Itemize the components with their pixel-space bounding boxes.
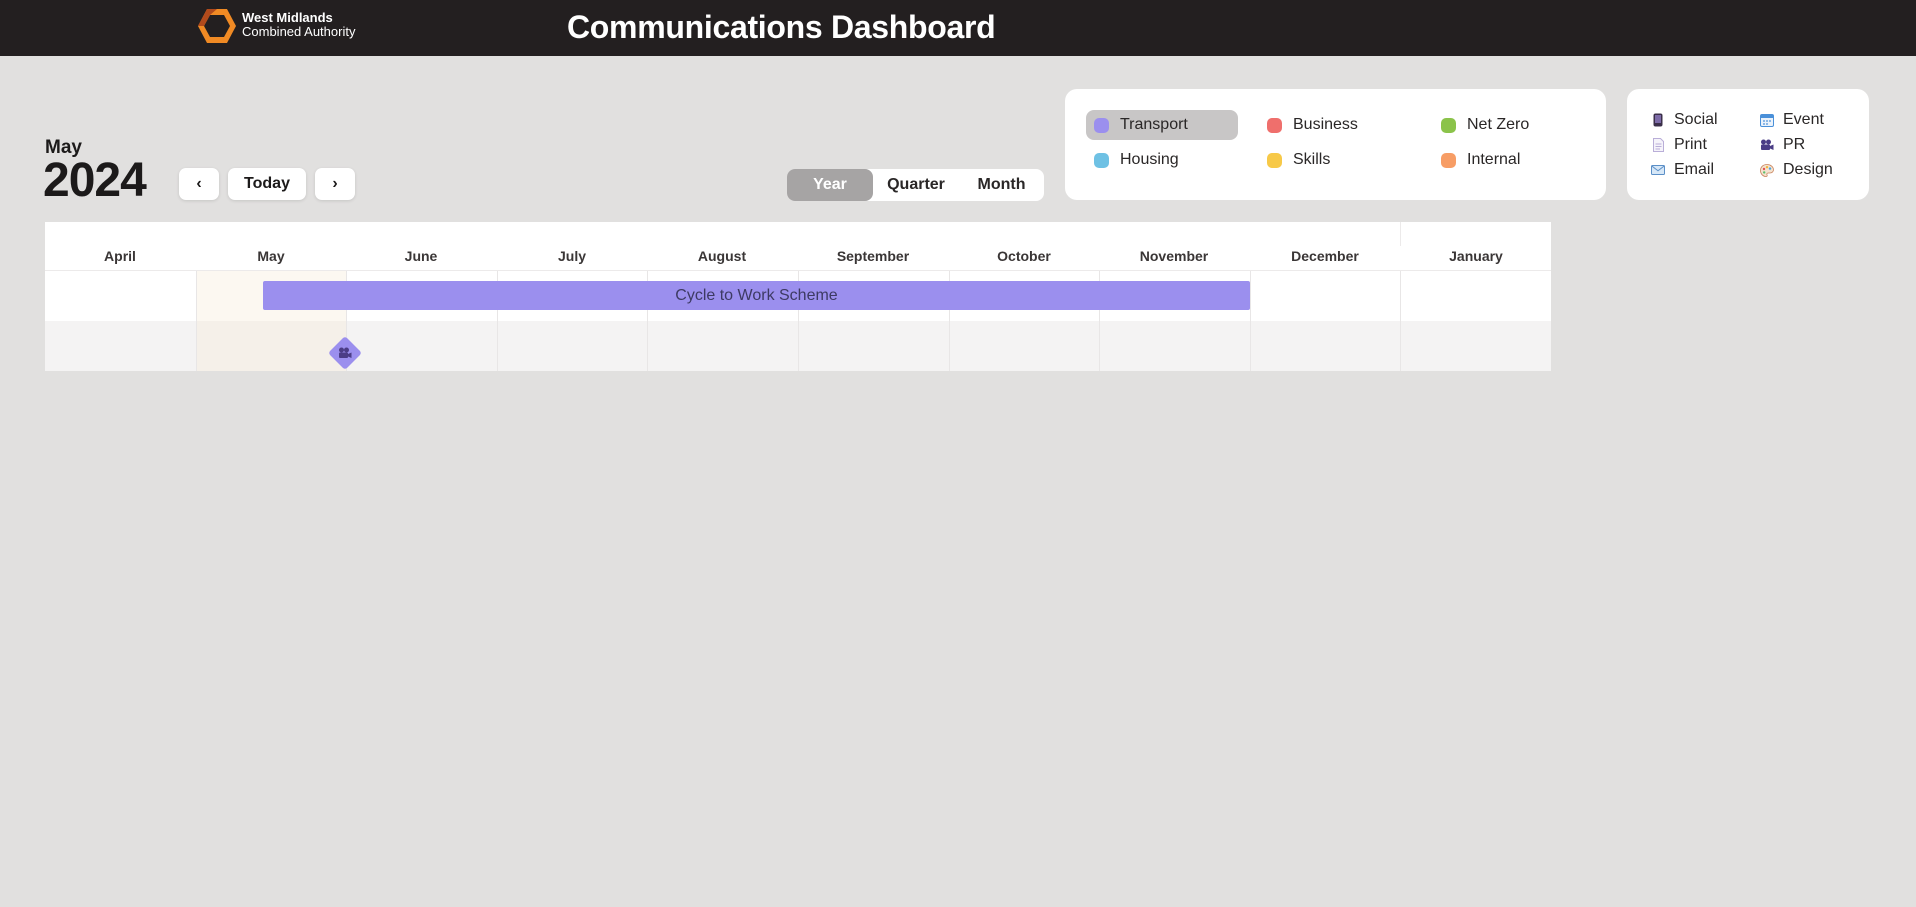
top-bar: West Midlands Combined Authority Communi… — [0, 0, 1916, 56]
pr-milestone[interactable] — [328, 336, 362, 370]
document-icon — [1651, 138, 1665, 152]
page-title: Communications Dashboard — [567, 9, 996, 45]
month-header-november: November — [1139, 248, 1209, 264]
legend-item-internal[interactable]: Internal — [1433, 145, 1585, 175]
month-header-august: August — [697, 248, 747, 264]
camera-icon — [1760, 138, 1774, 152]
internal-color-dot — [1441, 152, 1456, 168]
category-legend: Transport Business Net Zero Housing Skil… — [1065, 89, 1606, 200]
type-item-design[interactable]: Design — [1760, 160, 1833, 180]
palette-icon — [1760, 163, 1774, 177]
view-quarter-tab[interactable]: Quarter — [873, 169, 959, 201]
type-legend: Social Event Print PR Email Design — [1627, 89, 1869, 200]
type-label: Email — [1674, 161, 1715, 178]
org-name: West Midlands Combined Authority — [242, 11, 355, 39]
legend-label: Internal — [1467, 151, 1521, 168]
grid-line — [1250, 271, 1251, 371]
month-header-june: June — [404, 248, 438, 264]
legend-label: Net Zero — [1467, 116, 1530, 133]
month-header-september: September — [836, 248, 910, 264]
month-header-april: April — [104, 248, 136, 264]
timeline-header: April May June July August September Oct… — [45, 222, 1551, 271]
legend-label: Transport — [1120, 116, 1188, 133]
header-divider — [1400, 222, 1401, 246]
type-label: Social — [1674, 111, 1718, 128]
type-item-pr[interactable]: PR — [1760, 135, 1805, 155]
timeline-grid: April May June July August September Oct… — [45, 222, 1551, 371]
today-button[interactable]: Today — [228, 168, 306, 200]
transport-color-dot — [1094, 117, 1109, 133]
envelope-icon — [1651, 163, 1665, 177]
month-header-january: January — [1449, 248, 1503, 264]
legend-label: Business — [1293, 116, 1358, 133]
legend-label: Housing — [1120, 151, 1179, 168]
type-label: Print — [1674, 136, 1707, 153]
type-label: PR — [1783, 136, 1806, 153]
org-name-line2: Combined Authority — [242, 24, 356, 39]
type-item-print[interactable]: Print — [1651, 135, 1707, 155]
type-item-event[interactable]: Event — [1760, 110, 1824, 130]
phone-icon — [1651, 113, 1665, 127]
legend-item-skills[interactable]: Skills — [1259, 145, 1411, 175]
org-name-line1: West Midlands — [242, 10, 333, 25]
type-item-email[interactable]: Email — [1651, 160, 1714, 180]
event-bar-cycle-to-work[interactable]: Cycle to Work Scheme — [263, 281, 1250, 310]
view-year-tab[interactable]: Year — [787, 169, 873, 201]
legend-label: Skills — [1293, 151, 1331, 168]
legend-item-housing[interactable]: Housing — [1086, 145, 1238, 175]
legend-item-business[interactable]: Business — [1259, 110, 1411, 140]
business-color-dot — [1267, 117, 1282, 133]
legend-item-net-zero[interactable]: Net Zero — [1433, 110, 1585, 140]
type-label: Event — [1783, 111, 1824, 128]
view-toggle: Year Quarter Month — [787, 169, 1044, 201]
previous-button[interactable]: ‹ — [179, 168, 219, 200]
skills-color-dot — [1267, 152, 1282, 168]
calendar-icon — [1760, 113, 1774, 127]
view-month-tab[interactable]: Month — [959, 169, 1044, 201]
grid-line — [1400, 271, 1401, 371]
camera-icon — [339, 347, 352, 358]
legend-item-transport[interactable]: Transport — [1086, 110, 1238, 140]
next-button[interactable]: › — [315, 168, 355, 200]
current-year-label: 2024 — [43, 154, 147, 207]
month-header-may: May — [257, 248, 285, 264]
month-header-july: July — [557, 248, 586, 264]
grid-line — [196, 271, 197, 371]
month-header-october: October — [997, 248, 1051, 264]
wmca-logo — [198, 9, 236, 43]
month-header-december: December — [1291, 248, 1359, 264]
type-item-social[interactable]: Social — [1651, 110, 1718, 130]
housing-color-dot — [1094, 152, 1109, 168]
net-zero-color-dot — [1441, 117, 1456, 133]
type-label: Design — [1783, 161, 1833, 178]
